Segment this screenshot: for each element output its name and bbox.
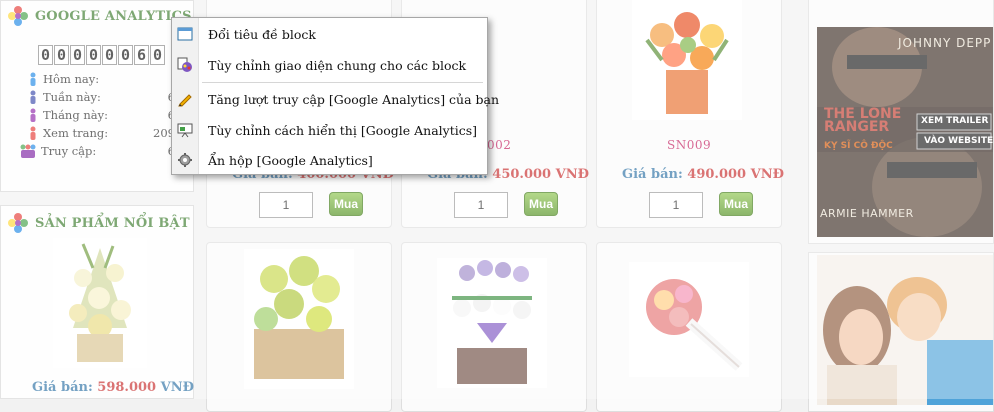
menu-item-rename-block[interactable]: Đổi tiêu đề block <box>172 22 487 46</box>
menu-item-label: Tùy chỉnh cách hiển thị [Google Analytic… <box>208 122 478 138</box>
window-icon <box>177 27 193 41</box>
menu-separator <box>202 82 483 83</box>
page-dim-overlay <box>0 0 994 399</box>
menu-item-customize-theme[interactable]: Tùy chỉnh giao diện chung cho các block <box>172 53 487 77</box>
palette-icon <box>177 57 192 72</box>
menu-item-label: Tăng lượt truy cập [Google Analytics] củ… <box>208 91 500 107</box>
pencil-icon <box>178 94 192 107</box>
menu-item-label: Ẩn hộp [Google Analytics] <box>208 152 373 168</box>
menu-item-display-settings[interactable]: Tùy chỉnh cách hiển thị [Google Analytic… <box>172 118 487 142</box>
menu-item-label: Đổi tiêu đề block <box>208 26 316 42</box>
gear-icon <box>178 153 192 167</box>
menu-item-label: Tùy chỉnh giao diện chung cho các block <box>208 57 467 73</box>
menu-item-increase-visits[interactable]: Tăng lượt truy cập [Google Analytics] củ… <box>172 87 499 111</box>
menu-item-hide-box[interactable]: Ẩn hộp [Google Analytics] <box>172 148 487 172</box>
presentation-icon <box>177 123 193 138</box>
context-menu: Đổi tiêu đề block Tùy chỉnh giao diện ch… <box>171 17 499 175</box>
